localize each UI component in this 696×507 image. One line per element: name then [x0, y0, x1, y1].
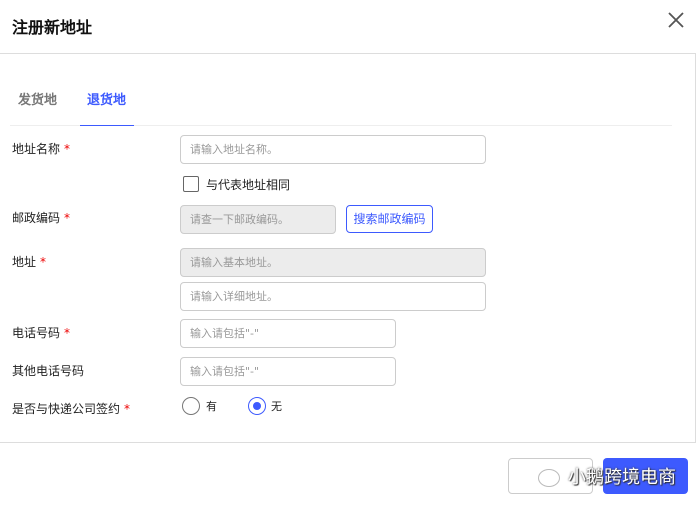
dialog-header: 注册新地址: [0, 0, 696, 54]
address-label: 地址 *: [12, 255, 47, 269]
tab-shipping[interactable]: 发货地: [18, 89, 57, 108]
address-name-label: 地址名称 *: [12, 142, 71, 156]
other-phone-label: 其他电话号码: [12, 364, 85, 378]
contract-no-radio[interactable]: [248, 397, 266, 415]
postal-code-label: 邮政编码 *: [12, 211, 71, 225]
tab-return[interactable]: 退货地: [87, 89, 126, 108]
postal-code-input[interactable]: 请查一下邮政编码。: [180, 205, 336, 234]
phone-label: 电话号码 *: [12, 326, 71, 340]
other-phone-input[interactable]: 输入请包括"-": [180, 357, 396, 386]
same-as-representative-label: 与代表地址相同: [206, 178, 291, 192]
courier-contract-label: 是否与快递公司签约 *: [12, 402, 131, 416]
address-name-input[interactable]: 请输入地址名称。: [180, 135, 486, 164]
contract-yes-radio[interactable]: [182, 397, 200, 415]
tab-bar: 发货地 退货地: [10, 70, 672, 126]
contract-yes-label: 有: [206, 400, 217, 413]
same-as-representative-checkbox[interactable]: [183, 176, 199, 192]
watermark: 小鹅跨境电商: [538, 463, 676, 489]
search-postal-code-button[interactable]: 搜索邮政编码: [346, 205, 433, 233]
wechat-icon: [538, 469, 560, 487]
close-icon[interactable]: [666, 10, 686, 30]
basic-address-input[interactable]: 请输入基本地址。: [180, 248, 486, 277]
contract-no-label: 无: [271, 400, 282, 413]
active-tab-indicator: [80, 125, 134, 126]
detail-address-input[interactable]: 请输入详细地址。: [180, 282, 486, 311]
dialog-title: 注册新地址: [12, 18, 93, 37]
phone-input[interactable]: 输入请包括"-": [180, 319, 396, 348]
